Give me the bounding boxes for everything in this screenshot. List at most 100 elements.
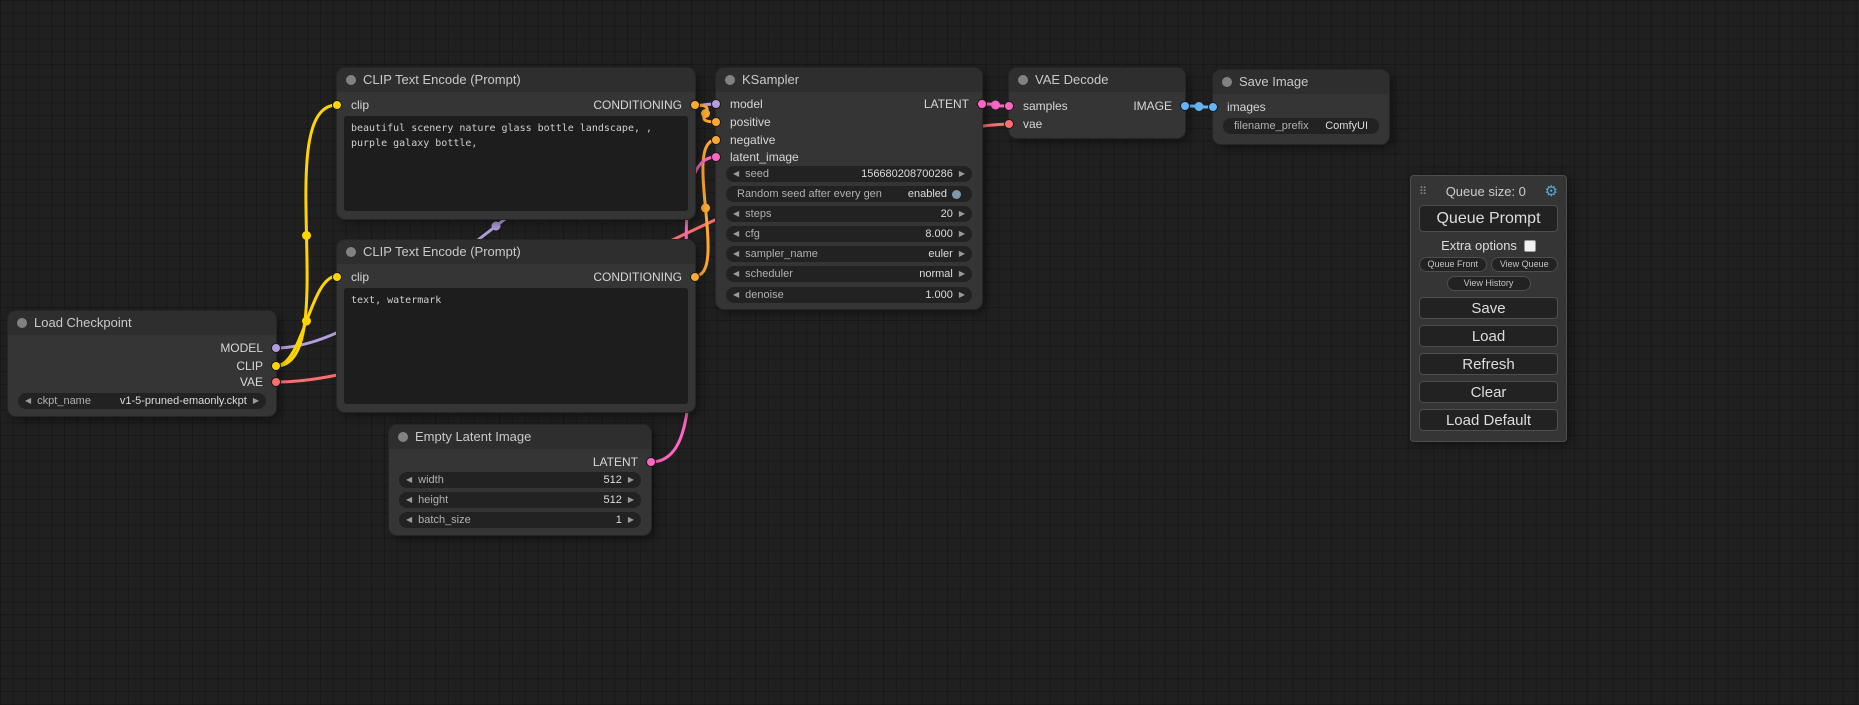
- decrement-arrow-icon[interactable]: ◀: [733, 206, 739, 222]
- node-empty-latent-image[interactable]: Empty Latent Image LATENT ◀ width 512 ▶ …: [389, 425, 651, 535]
- node-title-bar[interactable]: CLIP Text Encode (Prompt): [337, 240, 695, 264]
- node-clip-text-encode-positive[interactable]: CLIP Text Encode (Prompt) clip CONDITION…: [337, 68, 695, 219]
- widget-scheduler[interactable]: ◀ scheduler normal ▶: [726, 266, 972, 282]
- toggle-indicator-icon[interactable]: [952, 190, 961, 199]
- prompt-textarea[interactable]: text, watermark: [344, 288, 688, 404]
- input-port-clip[interactable]: [332, 100, 342, 110]
- widget-batch-size[interactable]: ◀ batch_size 1 ▶: [399, 512, 641, 528]
- increment-arrow-icon[interactable]: ▶: [628, 492, 634, 508]
- view-queue-button[interactable]: View Queue: [1491, 257, 1559, 272]
- output-port-latent[interactable]: [646, 457, 656, 467]
- input-label-positive: positive: [730, 114, 771, 130]
- decrement-arrow-icon[interactable]: ◀: [733, 266, 739, 282]
- decrement-arrow-icon[interactable]: ◀: [733, 166, 739, 182]
- queue-prompt-button[interactable]: Queue Prompt: [1419, 205, 1558, 232]
- widget-name: steps: [745, 208, 771, 220]
- view-history-button[interactable]: View History: [1447, 276, 1531, 291]
- widget-seed[interactable]: ◀ seed 156680208700286 ▶: [726, 166, 972, 182]
- widget-name: sampler_name: [745, 248, 818, 260]
- input-port-negative[interactable]: [711, 135, 721, 145]
- widget-filename-prefix[interactable]: filename_prefix ComfyUI: [1223, 118, 1379, 134]
- output-label-conditioning: CONDITIONING: [593, 97, 682, 113]
- node-ksampler[interactable]: KSampler model LATENT positive negative …: [716, 68, 982, 309]
- node-title-bar[interactable]: KSampler: [716, 68, 982, 92]
- extra-options-checkbox[interactable]: [1524, 240, 1536, 252]
- widget-random-seed-toggle[interactable]: Random seed after every gen enabled: [726, 186, 972, 202]
- decrement-arrow-icon[interactable]: ◀: [733, 246, 739, 262]
- collapse-dot-icon[interactable]: [346, 247, 356, 257]
- node-title-bar[interactable]: Load Checkpoint: [8, 311, 276, 335]
- widget-cfg[interactable]: ◀ cfg 8.000 ▶: [726, 226, 972, 242]
- node-title-bar[interactable]: Empty Latent Image: [389, 425, 651, 449]
- widget-ckpt-name[interactable]: ◀ ckpt_name v1-5-pruned-emaonly.ckpt ▶: [18, 393, 266, 409]
- settings-gear-icon[interactable]: ⚙: [1545, 184, 1558, 199]
- increment-arrow-icon[interactable]: ▶: [959, 266, 965, 282]
- output-port-image[interactable]: [1180, 101, 1190, 111]
- input-port-vae[interactable]: [1004, 119, 1014, 129]
- widget-name: ckpt_name: [37, 395, 91, 407]
- decrement-arrow-icon[interactable]: ◀: [25, 393, 31, 409]
- graph-canvas[interactable]: Load Checkpoint MODEL CLIP VAE ◀ ckpt_na…: [0, 0, 1859, 705]
- output-port-clip[interactable]: [271, 361, 281, 371]
- increment-arrow-icon[interactable]: ▶: [628, 472, 634, 488]
- collapse-dot-icon[interactable]: [1222, 77, 1232, 87]
- queue-front-button[interactable]: Queue Front: [1419, 257, 1487, 272]
- widget-steps[interactable]: ◀ steps 20 ▶: [726, 206, 972, 222]
- node-title-bar[interactable]: Save Image: [1213, 70, 1389, 94]
- input-label-model: model: [730, 96, 763, 112]
- input-port-images[interactable]: [1208, 102, 1218, 112]
- input-label-negative: negative: [730, 132, 775, 148]
- increment-arrow-icon[interactable]: ▶: [959, 166, 965, 182]
- output-port-latent[interactable]: [977, 99, 987, 109]
- increment-arrow-icon[interactable]: ▶: [959, 206, 965, 222]
- increment-arrow-icon[interactable]: ▶: [959, 226, 965, 242]
- save-button[interactable]: Save: [1419, 297, 1558, 319]
- node-clip-text-encode-negative[interactable]: CLIP Text Encode (Prompt) clip CONDITION…: [337, 240, 695, 412]
- collapse-dot-icon[interactable]: [1018, 75, 1028, 85]
- widget-width[interactable]: ◀ width 512 ▶: [399, 472, 641, 488]
- widget-name: height: [418, 494, 448, 506]
- decrement-arrow-icon[interactable]: ◀: [406, 492, 412, 508]
- output-port-model[interactable]: [271, 343, 281, 353]
- node-save-image[interactable]: Save Image images filename_prefix ComfyU…: [1213, 70, 1389, 144]
- collapse-dot-icon[interactable]: [725, 75, 735, 85]
- clear-button[interactable]: Clear: [1419, 381, 1558, 403]
- drag-handle-icon[interactable]: ⠿: [1419, 185, 1427, 198]
- load-default-button[interactable]: Load Default: [1419, 409, 1558, 431]
- collapse-dot-icon[interactable]: [398, 432, 408, 442]
- widget-sampler-name[interactable]: ◀ sampler_name euler ▶: [726, 246, 972, 262]
- prompt-textarea[interactable]: beautiful scenery nature glass bottle la…: [344, 116, 688, 211]
- node-title-bar[interactable]: VAE Decode: [1009, 68, 1185, 92]
- input-label-latent-image: latent_image: [730, 149, 799, 165]
- node-load-checkpoint[interactable]: Load Checkpoint MODEL CLIP VAE ◀ ckpt_na…: [8, 311, 276, 416]
- output-port-vae[interactable]: [271, 377, 281, 387]
- increment-arrow-icon[interactable]: ▶: [628, 512, 634, 528]
- node-title-bar[interactable]: CLIP Text Encode (Prompt): [337, 68, 695, 92]
- load-button[interactable]: Load: [1419, 325, 1558, 347]
- collapse-dot-icon[interactable]: [346, 75, 356, 85]
- output-port-conditioning[interactable]: [690, 272, 700, 282]
- decrement-arrow-icon[interactable]: ◀: [406, 472, 412, 488]
- refresh-button[interactable]: Refresh: [1419, 353, 1558, 375]
- output-port-conditioning[interactable]: [690, 100, 700, 110]
- increment-arrow-icon[interactable]: ▶: [253, 393, 259, 409]
- node-title: CLIP Text Encode (Prompt): [363, 244, 521, 259]
- widget-value: 156680208700286: [861, 168, 953, 180]
- increment-arrow-icon[interactable]: ▶: [959, 287, 965, 303]
- wire-midpoint-dot: [1195, 102, 1204, 111]
- increment-arrow-icon[interactable]: ▶: [959, 246, 965, 262]
- node-vae-decode[interactable]: VAE Decode samples IMAGE vae: [1009, 68, 1185, 138]
- decrement-arrow-icon[interactable]: ◀: [733, 287, 739, 303]
- decrement-arrow-icon[interactable]: ◀: [406, 512, 412, 528]
- widget-height[interactable]: ◀ height 512 ▶: [399, 492, 641, 508]
- input-port-model[interactable]: [711, 99, 721, 109]
- input-port-samples[interactable]: [1004, 101, 1014, 111]
- decrement-arrow-icon[interactable]: ◀: [733, 226, 739, 242]
- input-port-positive[interactable]: [711, 117, 721, 127]
- input-port-clip[interactable]: [332, 272, 342, 282]
- node-title: CLIP Text Encode (Prompt): [363, 72, 521, 87]
- collapse-dot-icon[interactable]: [17, 318, 27, 328]
- input-port-latent-image[interactable]: [711, 152, 721, 162]
- output-label-clip: CLIP: [236, 358, 263, 374]
- widget-denoise[interactable]: ◀ denoise 1.000 ▶: [726, 287, 972, 303]
